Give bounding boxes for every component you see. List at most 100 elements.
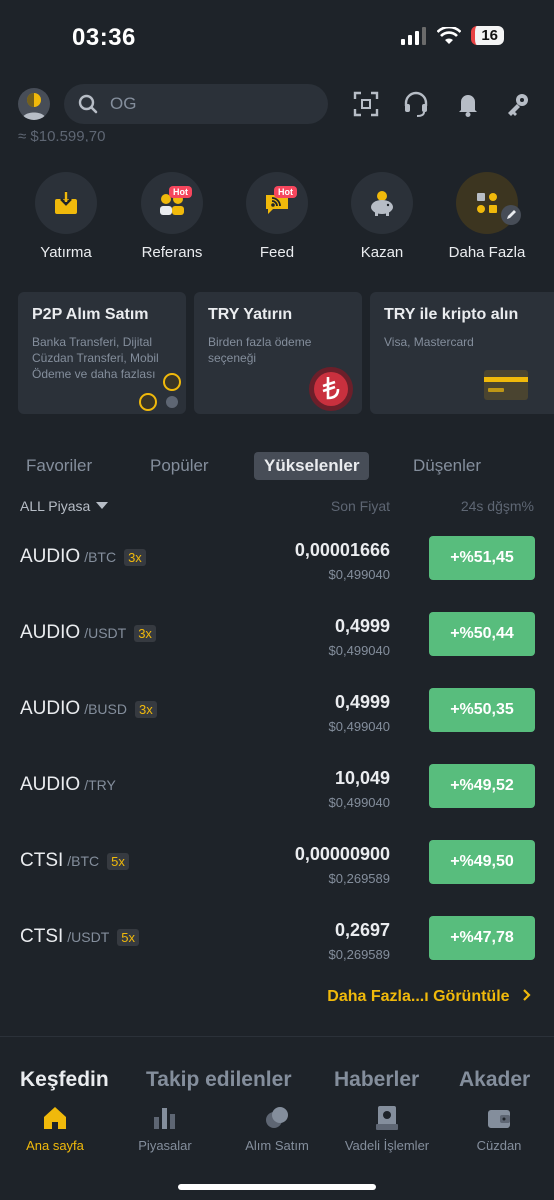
nav-wallet[interactable]: Cüzdan xyxy=(444,1104,554,1153)
signal-icon xyxy=(401,26,427,45)
usd-price: $0,269589 xyxy=(328,947,390,962)
last-price: 0,2697 xyxy=(334,920,390,940)
leverage-badge: 3x xyxy=(134,625,156,642)
table-row[interactable]: AUDIO/TRY 10,049 $0,499040 +%49,52 xyxy=(0,764,554,840)
table-row[interactable]: AUDIO/USDT 3x 0,4999 $0,499040 +%50,44 xyxy=(0,612,554,688)
last-price: 0,4999 xyxy=(334,692,390,712)
shortcut-label: Referans xyxy=(141,244,203,261)
user-avatar-icon xyxy=(22,93,46,120)
deposit-icon xyxy=(55,191,77,214)
nav-home[interactable]: Ana sayfa xyxy=(0,1104,110,1153)
nav-label: Piyasalar xyxy=(138,1138,192,1153)
base-asset: CTSI xyxy=(20,850,64,871)
change-badge[interactable]: +%49,50 xyxy=(429,840,535,884)
feed-tab-following[interactable]: Takip edilenler xyxy=(146,1068,292,1092)
promo-card-p2p[interactable]: P2P Alım Satım Banka Transferi, Dijital … xyxy=(18,292,186,414)
feed-tab-academy[interactable]: Akader xyxy=(459,1068,554,1092)
table-row[interactable]: CTSI/BTC 5x 0,00000900 $0,269589 +%49,50 xyxy=(0,840,554,916)
rewards-key-icon[interactable] xyxy=(504,90,532,118)
market-filter-label: ALL Piyasa xyxy=(20,498,91,514)
change-badge[interactable]: +%47,78 xyxy=(429,916,535,960)
leverage-badge: 5x xyxy=(107,853,129,870)
nav-trade[interactable]: Alım Satım xyxy=(222,1104,332,1153)
table-row[interactable]: CTSI/USDT 5x 0,2697 $0,269589 +%47,78 xyxy=(0,916,554,992)
change-badge[interactable]: +%51,45 xyxy=(429,536,535,580)
shortcut-label: Kazan xyxy=(360,244,404,261)
usd-price: $0,499040 xyxy=(328,795,390,810)
nav-label: Alım Satım xyxy=(245,1138,309,1153)
tab-popular[interactable]: Popüler xyxy=(140,452,219,480)
change-badge[interactable]: +%50,35 xyxy=(429,688,535,732)
market-filter-dropdown[interactable]: ALL Piyasa xyxy=(20,498,109,514)
view-more-label: Daha Fazla...ı Görüntüle xyxy=(327,988,510,1005)
card-subtitle: Visa, Mastercard xyxy=(384,335,474,349)
wifi-icon xyxy=(437,26,462,44)
status-time: 03:36 xyxy=(72,24,136,51)
shortcut-label: Feed xyxy=(259,244,295,261)
quote-asset: /USDT xyxy=(67,929,110,945)
search-icon xyxy=(78,94,98,114)
table-row[interactable]: AUDIO/BUSD 3x 0,4999 $0,499040 +%50,35 xyxy=(0,688,554,764)
shortcut-referral[interactable]: Hot Referans xyxy=(122,172,222,261)
table-row[interactable]: AUDIO/BTC 3x 0,00001666 $0,499040 +%51,45 xyxy=(0,536,554,612)
change-badge[interactable]: +%49,52 xyxy=(429,764,535,808)
quote-asset: /BTC xyxy=(84,549,117,565)
change-badge[interactable]: +%50,44 xyxy=(429,612,535,656)
credit-card-icon xyxy=(484,370,528,400)
promo-card-try-deposit[interactable]: TRY Yatırın Birden fazla ödeme seçeneği xyxy=(194,292,362,414)
avatar[interactable] xyxy=(18,88,50,120)
shortcut-more[interactable]: Daha Fazla xyxy=(437,172,537,261)
battery-indicator: 16 xyxy=(471,26,504,45)
quote-asset: /TRY xyxy=(84,777,116,793)
lira-coin-icon xyxy=(309,367,353,411)
nav-label: Cüzdan xyxy=(476,1138,522,1153)
nav-futures[interactable]: Vadeli İşlemler xyxy=(332,1104,442,1153)
shortcut-feed[interactable]: Hot Feed xyxy=(227,172,327,261)
quote-asset: /BUSD xyxy=(84,701,127,717)
usd-price: $0,499040 xyxy=(328,567,390,582)
notification-bell-icon[interactable] xyxy=(454,90,482,118)
edit-pencil-icon xyxy=(501,205,521,225)
section-divider xyxy=(0,1036,554,1037)
home-icon xyxy=(44,1107,66,1129)
quote-asset: /USDT xyxy=(84,625,127,641)
last-price: 10,049 xyxy=(334,768,390,788)
caret-down-icon xyxy=(96,502,109,509)
feed-tab-news[interactable]: Haberler xyxy=(334,1068,419,1092)
usd-price: $0,269589 xyxy=(328,871,390,886)
home-indicator xyxy=(178,1184,376,1190)
tab-favorites[interactable]: Favoriler xyxy=(16,452,102,480)
hot-badge: Hot xyxy=(274,186,297,198)
feed-tab-discover[interactable]: Keşfedin xyxy=(20,1068,109,1092)
leverage-badge: 3x xyxy=(134,701,157,718)
base-asset: CTSI xyxy=(20,926,64,947)
view-more-link[interactable]: Daha Fazla...ı Görüntüle xyxy=(327,988,532,1006)
usd-price: $0,499040 xyxy=(328,643,390,658)
tab-gainers[interactable]: Yükselenler xyxy=(254,452,370,480)
column-last-price[interactable]: Son Fiyat xyxy=(331,498,390,514)
search-bar[interactable] xyxy=(64,84,328,124)
leverage-badge: 3x xyxy=(124,549,146,566)
column-24h-change[interactable]: 24s dğşm% xyxy=(461,498,534,514)
nav-markets[interactable]: Piyasalar xyxy=(110,1104,220,1153)
chevron-right-icon xyxy=(523,989,531,1001)
scan-icon[interactable] xyxy=(352,90,380,118)
quote-asset: /BTC xyxy=(67,853,100,869)
usd-price: $0,499040 xyxy=(328,719,390,734)
promo-card-buy-crypto[interactable]: TRY ile kripto alın Visa, Mastercard xyxy=(370,292,554,414)
base-asset: AUDIO xyxy=(20,622,81,643)
last-price: 0,00000900 xyxy=(294,844,390,864)
piggy-bank-icon xyxy=(371,191,393,216)
base-asset: AUDIO xyxy=(20,546,81,567)
tab-losers[interactable]: Düşenler xyxy=(403,452,491,480)
shortcut-deposit[interactable]: Yatırma xyxy=(16,172,116,261)
p2p-coins-icon xyxy=(139,373,181,411)
shortcut-earn[interactable]: Kazan xyxy=(332,172,432,261)
futures-icon xyxy=(376,1106,398,1130)
last-price: 0,4999 xyxy=(334,616,390,636)
balance-value: ≈ $10.599,70 xyxy=(18,128,106,142)
card-title: TRY ile kripto alın xyxy=(384,306,519,323)
search-input[interactable] xyxy=(110,94,310,114)
support-headset-icon[interactable] xyxy=(402,90,430,118)
shortcut-label: Yatırma xyxy=(40,244,92,261)
